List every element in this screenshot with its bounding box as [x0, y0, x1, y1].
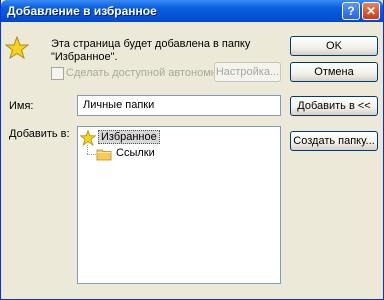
- favorites-star-icon: [80, 130, 96, 146]
- tree-item-label: Ссылки: [116, 147, 155, 159]
- title-bar[interactable]: Добавление в избранное ? ✕: [1, 0, 383, 22]
- close-button[interactable]: ✕: [362, 2, 380, 20]
- new-folder-button[interactable]: Создать папку...: [290, 131, 378, 151]
- name-label: Имя:: [9, 100, 34, 112]
- cancel-button[interactable]: Отмена: [290, 62, 378, 82]
- tree-connector: [87, 145, 88, 154]
- window-title: Добавление в избранное: [7, 4, 157, 18]
- add-to-label: Добавить в:: [9, 128, 70, 140]
- help-button[interactable]: ?: [342, 2, 360, 20]
- add-favorite-dialog: Добавление в избранное ? ✕ Эта страница …: [0, 0, 384, 300]
- add-to-button[interactable]: Добавить в <<: [290, 96, 378, 116]
- tree-item-label: Избранное: [98, 130, 160, 144]
- name-field[interactable]: Личные папки: [77, 95, 281, 116]
- info-message-line1: Эта страница будет добавлена в папку: [51, 38, 251, 50]
- folder-tree[interactable]: Избранное Ссылки: [77, 126, 281, 284]
- ok-button[interactable]: OK: [290, 36, 378, 56]
- folder-icon: [96, 149, 112, 161]
- offline-checkbox[interactable]: [51, 67, 64, 80]
- info-message: Эта страница будет добавлена в папку "Из…: [51, 38, 281, 64]
- favorites-star-icon: [5, 36, 29, 60]
- offline-checkbox-label: Сделать доступной автономно: [66, 67, 223, 79]
- setup-button[interactable]: Настройка...: [214, 62, 281, 82]
- tree-connector: [87, 154, 96, 155]
